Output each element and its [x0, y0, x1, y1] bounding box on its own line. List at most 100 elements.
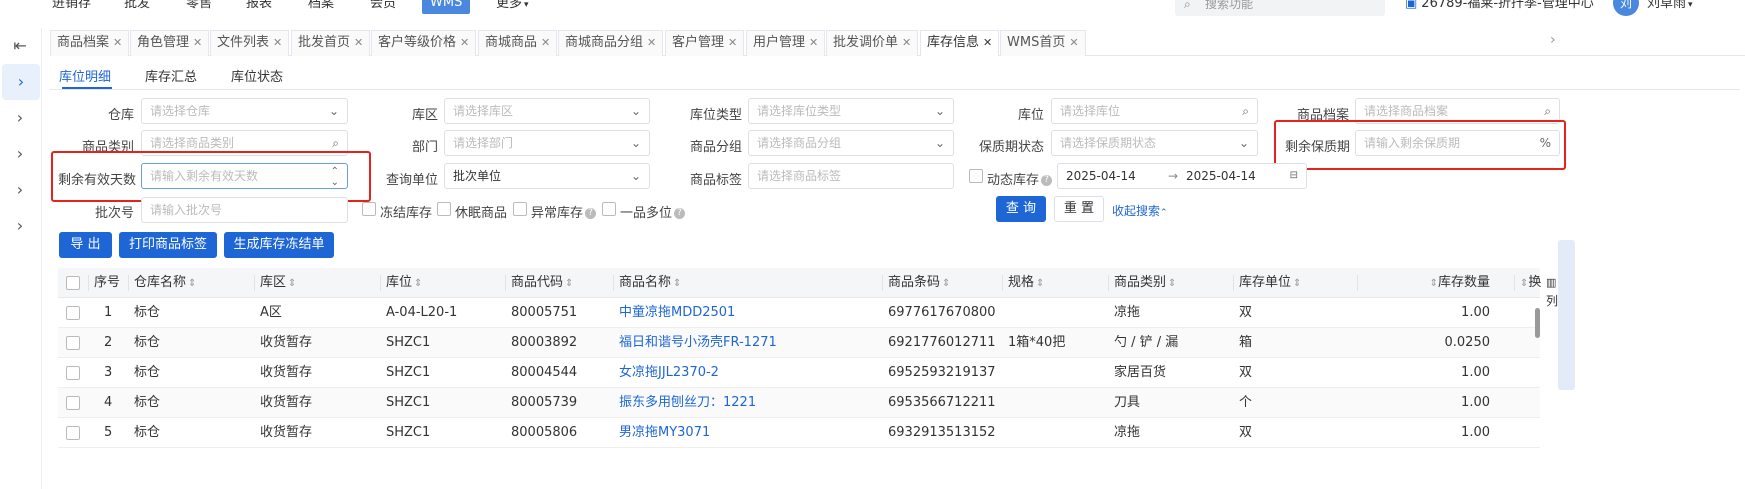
dynamic-stock-checkbox[interactable] — [969, 169, 983, 183]
column-settings-icon[interactable]: ▥ — [1546, 276, 1556, 289]
export-button[interactable]: 导 出 — [59, 232, 112, 258]
close-icon[interactable]: ✕ — [113, 36, 122, 49]
cell-product-link[interactable]: 男凉拖MY3071 — [619, 418, 710, 448]
col-header-barcode[interactable]: 商品条码 ⇕ — [888, 268, 950, 298]
batch-input[interactable]: 请输入批次号 — [141, 197, 348, 223]
chevron-right-icon[interactable]: › — [0, 172, 40, 208]
cell-product-link[interactable]: 振东多用刨丝刀：1221 — [619, 388, 756, 418]
chevron-right-icon[interactable]: › — [0, 208, 40, 244]
row-checkbox[interactable] — [66, 366, 80, 380]
tab-product-archive[interactable]: 商品档案 ✕ — [50, 30, 130, 56]
table-scrollbar[interactable] — [1535, 308, 1540, 338]
tab-role-manage[interactable]: 角色管理 ✕ — [130, 30, 210, 56]
close-icon[interactable]: ✕ — [193, 36, 202, 49]
collapse-search-link[interactable]: 收起搜索⌃ — [1112, 202, 1168, 219]
col-header-code[interactable]: 商品代码 ⇕ — [511, 268, 573, 298]
chevron-right-icon[interactable]: › — [0, 136, 40, 172]
chevron-right-icon[interactable]: › — [1550, 32, 1556, 48]
cell-product-link[interactable]: 福日和谐号小汤壳FR-1271 — [619, 328, 777, 358]
frozen-checkbox[interactable] — [362, 202, 376, 216]
select-all-checkbox[interactable] — [66, 276, 80, 290]
avatar[interactable]: 刘 — [1613, 0, 1639, 16]
chevron-right-icon[interactable]: › — [2, 64, 40, 100]
tab-wholesale-price-adjust[interactable]: 批发调价单 ✕ — [826, 30, 919, 56]
multi-loc-checkbox[interactable] — [602, 202, 616, 216]
col-header-qty[interactable]: ⇕库存数量 — [1388, 268, 1490, 298]
topnav-item-jxc[interactable]: 进销存 — [52, 0, 91, 11]
topnav-item-more[interactable]: 更多 ▾ — [496, 0, 529, 11]
close-icon[interactable]: ✕ — [354, 36, 363, 49]
global-search-input[interactable]: ⌕ 搜索功能 — [1175, 0, 1385, 16]
tag-select[interactable]: 请选择商品标签 — [748, 163, 954, 189]
col-header-spec[interactable]: 规格 ⇕ — [1008, 268, 1044, 298]
tab-wms-home[interactable]: WMS首页 ✕ — [1000, 30, 1086, 56]
table-row[interactable]: 2 标仓 收货暂存 SHZC1 80003892 福日和谐号小汤壳FR-1271… — [58, 328, 1540, 358]
col-header-category[interactable]: 商品类别 ⇕ — [1114, 268, 1176, 298]
cell-product-link[interactable]: 女凉拖JJL2370-2 — [619, 358, 719, 388]
loc-type-select[interactable]: 请选择库位类型 ⌄ — [748, 98, 954, 124]
collapse-sidebar-icon[interactable]: ⇤ — [0, 28, 40, 64]
col-header-name[interactable]: 商品名称 ⇕ — [619, 268, 681, 298]
tab-customer-level-price[interactable]: 客户等级价格 ✕ — [371, 30, 477, 56]
group-select[interactable]: 请选择商品分组 ⌄ — [748, 130, 954, 156]
tab-wholesale-home[interactable]: 批发首页 ✕ — [291, 30, 371, 56]
close-icon[interactable]: ✕ — [983, 36, 992, 49]
close-icon[interactable]: ✕ — [1069, 36, 1078, 49]
close-icon[interactable]: ✕ — [809, 36, 818, 49]
gen-freeze-button[interactable]: 生成库存冻结单 — [224, 232, 334, 258]
area-select[interactable]: 请选择库区 ⌄ — [444, 98, 650, 124]
topnav-item-baobiao[interactable]: 报表 — [246, 0, 272, 11]
help-icon[interactable]: ? — [1041, 175, 1053, 186]
dormant-checkbox[interactable] — [437, 202, 451, 216]
topnav-item-huiyuan[interactable]: 会员 — [370, 0, 396, 11]
close-icon[interactable]: ✕ — [647, 36, 656, 49]
col-header-location[interactable]: 库位 ⇕ — [386, 268, 422, 298]
help-icon[interactable]: ? — [585, 208, 597, 219]
table-row[interactable]: 3 标仓 收货暂存 SHZC1 80004544 女凉拖JJL2370-2 69… — [58, 358, 1540, 388]
warehouse-select[interactable]: 请选择仓库 ⌄ — [141, 98, 348, 124]
remain-shelf-input[interactable]: 请输入剩余保质期% — [1355, 130, 1560, 156]
reset-button[interactable]: 重 置 — [1054, 196, 1104, 222]
table-row[interactable]: 4 标仓 收货暂存 SHZC1 80005739 振东多用刨丝刀：1221 69… — [58, 388, 1540, 418]
col-header-area[interactable]: 库区 ⇕ — [260, 268, 296, 298]
company-switcher[interactable]: ▣ 26789-福莱-折扦季-管理中心 — [1405, 0, 1594, 11]
row-checkbox[interactable] — [66, 336, 80, 350]
help-icon[interactable]: ? — [674, 208, 686, 219]
col-header-warehouse[interactable]: 仓库名称 ⇕ — [134, 268, 196, 298]
tab-stock-info[interactable]: 库存信息 ✕ — [920, 30, 1000, 56]
topnav-item-pifa[interactable]: 批发 — [124, 0, 150, 11]
remain-days-input[interactable]: 请输入剩余有效天数 ⌃ ⌄ — [141, 163, 348, 189]
cell-product-link[interactable]: 中童凉拖MDD2501 — [619, 298, 735, 328]
stepper-icon[interactable]: ⌃ ⌄ — [331, 166, 339, 188]
subtab-stock-summary[interactable]: 库存汇总 — [145, 66, 197, 85]
tab-user-manage[interactable]: 用户管理 ✕ — [746, 30, 826, 56]
row-checkbox[interactable] — [66, 426, 80, 440]
query-button[interactable]: 查 询 — [996, 196, 1046, 222]
row-checkbox[interactable] — [66, 306, 80, 320]
location-select[interactable]: 请选择库位 ⌕ — [1051, 98, 1258, 124]
row-checkbox[interactable] — [66, 396, 80, 410]
close-icon[interactable]: ✕ — [902, 36, 911, 49]
table-row[interactable]: 1 标仓 A区 A-04-L20-1 80005751 中童凉拖MDD2501 … — [58, 298, 1540, 328]
close-icon[interactable]: ✕ — [273, 36, 282, 49]
date-range-picker[interactable]: 2025-04-14 → 2025-04-14 ⊟ — [1057, 163, 1307, 189]
abnormal-checkbox[interactable] — [513, 202, 527, 216]
topnav-item-dangan[interactable]: 档案 — [308, 0, 334, 11]
tab-mall-product-group[interactable]: 商城商品分组 ✕ — [558, 30, 664, 56]
side-help-panel[interactable] — [1558, 240, 1575, 390]
topnav-item-lingshou[interactable]: 零售 — [186, 0, 212, 11]
tab-customer-manage[interactable]: 客户管理 ✕ — [665, 30, 745, 56]
shelf-status-select[interactable]: 请选择保质期状态 ⌄ — [1051, 130, 1258, 156]
tab-mall-product[interactable]: 商城商品 ✕ — [478, 30, 558, 56]
table-row[interactable]: 5 标仓 收货暂存 SHZC1 80005806 男凉拖MY3071 69329… — [58, 418, 1540, 448]
tab-file-list[interactable]: 文件列表 ✕ — [210, 30, 290, 56]
close-icon[interactable]: ✕ — [728, 36, 737, 49]
close-icon[interactable]: ✕ — [541, 36, 550, 49]
col-header-more[interactable]: ⇕换 — [1518, 268, 1541, 298]
subtab-location-status[interactable]: 库位状态 — [231, 66, 283, 85]
subtab-location-detail[interactable]: 库位明细 — [59, 66, 111, 85]
chevron-right-icon[interactable]: › — [0, 100, 40, 136]
col-header-unit[interactable]: 库存单位 ⇕ — [1239, 268, 1301, 298]
query-unit-select[interactable]: 批次单位 ⌄ — [444, 163, 650, 189]
user-name[interactable]: 刘草雨 ▾ — [1647, 0, 1693, 11]
